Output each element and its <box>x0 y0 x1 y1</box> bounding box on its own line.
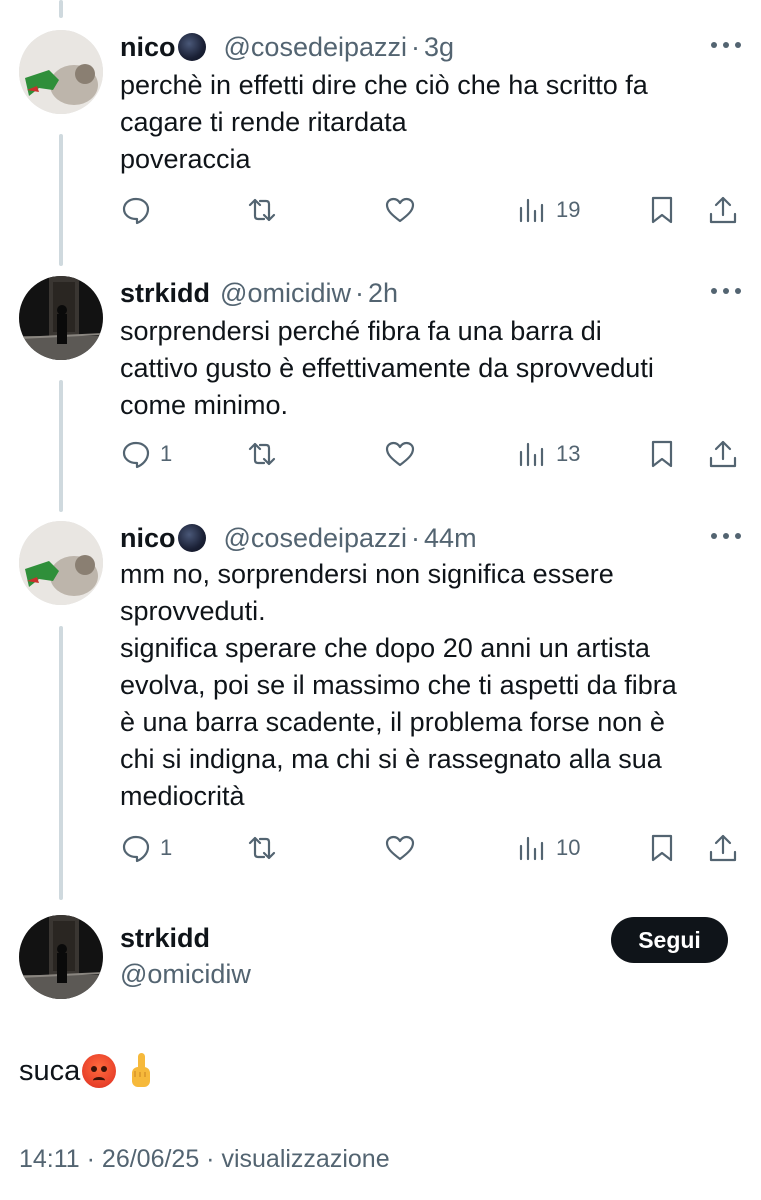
reply-icon <box>122 197 150 225</box>
like-button[interactable] <box>384 828 416 868</box>
like-icon <box>385 441 415 467</box>
moon-emoji-icon <box>177 33 206 61</box>
more-icon[interactable] <box>711 531 741 541</box>
share-icon <box>709 196 737 224</box>
tweet-text-line: evolva, poi se il massimo che ti aspetti… <box>120 670 677 700</box>
thread-line <box>59 0 63 18</box>
share-button[interactable] <box>707 434 739 474</box>
reply-button[interactable] <box>120 190 160 230</box>
reply-count: 1 <box>160 441 173 466</box>
reply-button[interactable]: 1 <box>120 828 172 868</box>
reply-count: 1 <box>160 835 173 860</box>
moon-emoji-icon <box>177 524 206 552</box>
tweet-text-line: sprovveduti. <box>120 596 266 626</box>
retweet-button[interactable] <box>246 828 278 868</box>
tweet-text: perchè in effetti dire che ciò che ha sc… <box>120 67 648 178</box>
tweet-text-line: chi si indigna, ma chi si è rassegnato a… <box>120 744 662 774</box>
author-handle[interactable]: @cosedeipazzi <box>224 521 408 555</box>
views-count: 10 <box>556 835 581 860</box>
tweet-header: strkidd @omicidiw · 2h <box>120 276 398 310</box>
avatar[interactable] <box>19 915 103 999</box>
reply-icon <box>122 441 150 469</box>
angry-face-emoji-icon <box>82 1054 117 1088</box>
more-icon[interactable] <box>711 40 741 50</box>
views-button[interactable]: 13 <box>516 434 580 474</box>
action-bar: 1 10 <box>0 828 761 868</box>
like-button[interactable] <box>384 434 416 474</box>
separator: · <box>411 523 421 553</box>
tweet-text: mm no, sorprendersi non significa essere… <box>120 556 677 815</box>
author-name[interactable]: nico <box>120 30 176 64</box>
author-handle[interactable]: @omicidiw <box>220 276 351 310</box>
views-count: 19 <box>556 197 581 222</box>
bookmark-icon <box>651 440 673 468</box>
views-count: 13 <box>556 441 581 466</box>
tweet-text-line: cattivo gusto è effettivamente da sprovv… <box>120 353 654 383</box>
retweet-icon <box>248 198 276 222</box>
like-icon <box>385 835 415 861</box>
like-button[interactable] <box>384 190 416 230</box>
action-bar: 19 <box>0 190 761 230</box>
timestamp[interactable]: 3g <box>424 30 454 64</box>
avatar[interactable] <box>19 521 103 605</box>
tweet-text: sorprendersi perché fibra fa una barra d… <box>120 313 654 424</box>
tweet-meta: 14:11 · 26/06/25 · visualizzazione <box>19 1145 390 1173</box>
tweet-text-line: cagare ti rende ritardata <box>120 107 407 137</box>
tweet-text: suca <box>19 1053 152 1089</box>
tweet-text-line: perchè in effetti dire che ciò che ha sc… <box>120 70 648 100</box>
share-icon <box>709 834 737 862</box>
bookmark-button[interactable] <box>646 190 678 230</box>
like-icon <box>385 197 415 223</box>
more-icon[interactable] <box>711 286 741 296</box>
author-handle[interactable]: @cosedeipazzi <box>224 30 408 64</box>
retweet-button[interactable] <box>246 434 278 474</box>
middle-finger-emoji-icon <box>130 1053 152 1089</box>
tweet-text-line: poveraccia <box>120 144 251 174</box>
timestamp[interactable]: 2h <box>368 276 398 310</box>
tweet-header: nico @cosedeipazzi · 44m <box>120 521 477 555</box>
tweet-text-line: mediocrità <box>120 781 245 811</box>
reply-icon <box>122 835 150 863</box>
bookmark-icon <box>651 834 673 862</box>
reply-button[interactable]: 1 <box>120 434 172 474</box>
views-icon <box>519 836 544 861</box>
tweet-text-line: sorprendersi perché fibra fa una barra d… <box>120 316 602 346</box>
author-name[interactable]: strkidd <box>120 276 210 310</box>
share-button[interactable] <box>707 828 739 868</box>
author-name[interactable]: strkidd <box>120 923 210 954</box>
views-button[interactable]: 19 <box>516 190 580 230</box>
action-bar: 1 13 <box>0 434 761 474</box>
tweet-text-line: significa sperare che dopo 20 anni un ar… <box>120 633 650 663</box>
tweet-text-line: è una barra scadente, il problema forse … <box>120 707 665 737</box>
tweet-text-line: mm no, sorprendersi non significa essere <box>120 559 614 589</box>
bookmark-icon <box>651 196 673 224</box>
tweet-header: nico @cosedeipazzi · 3g <box>120 30 454 64</box>
timestamp[interactable]: 44m <box>424 521 477 555</box>
bookmark-button[interactable] <box>646 828 678 868</box>
follow-button[interactable]: Segui <box>611 917 728 963</box>
avatar[interactable] <box>19 30 103 114</box>
retweet-button[interactable] <box>246 190 278 230</box>
share-button[interactable] <box>707 190 739 230</box>
tweet-text-body: suca <box>19 1054 81 1087</box>
retweet-icon <box>248 442 276 466</box>
retweet-icon <box>248 836 276 860</box>
views-icon <box>519 198 544 223</box>
author-handle[interactable]: @omicidiw <box>120 959 251 990</box>
avatar[interactable] <box>19 276 103 360</box>
views-icon <box>519 442 544 467</box>
share-icon <box>709 440 737 468</box>
separator: · <box>354 278 364 308</box>
tweet-text-line: come minimo. <box>120 390 289 420</box>
separator: · <box>411 32 421 62</box>
author-name[interactable]: nico <box>120 521 176 555</box>
views-button[interactable]: 10 <box>516 828 580 868</box>
bookmark-button[interactable] <box>646 434 678 474</box>
main-tweet: strkidd @omicidiw Segui suca 14:11 · 26/… <box>0 915 761 1195</box>
